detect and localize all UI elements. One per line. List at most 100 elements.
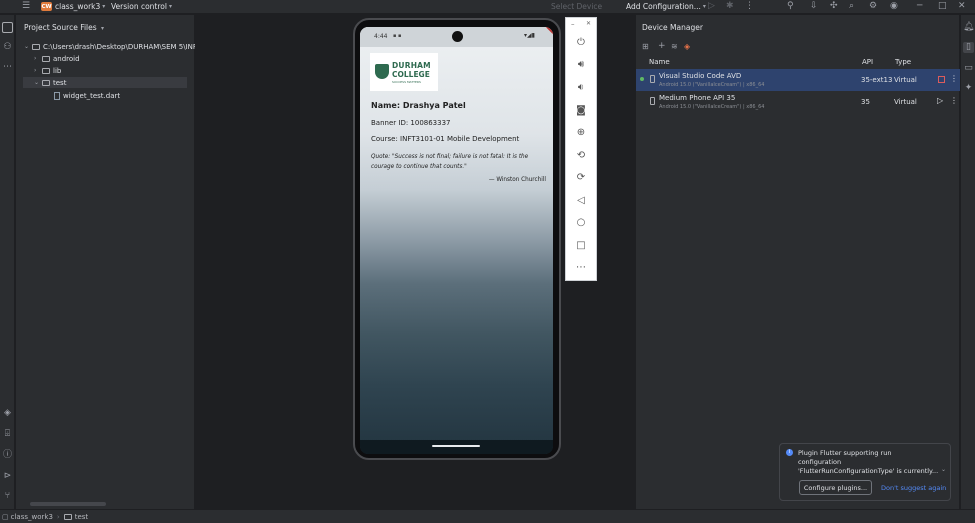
volume-up-icon[interactable]: 🔊︎ xyxy=(574,58,588,72)
sdk-manager-icon[interactable]: ⇩ xyxy=(810,1,818,11)
device-row[interactable]: Visual Studio Code AVD Android 15.0 ("Va… xyxy=(636,69,960,91)
structure-icon[interactable]: ⚇ xyxy=(2,42,13,53)
zoom-icon[interactable]: ⊕ xyxy=(574,126,588,140)
tree-item-test[interactable]: ⌄ test xyxy=(23,77,187,88)
breadcrumb-project[interactable]: class_work3 xyxy=(11,513,53,521)
column-header-type[interactable]: Type xyxy=(895,58,911,66)
more-icon[interactable]: ⋮ xyxy=(745,1,754,11)
plugin-icon[interactable]: ✣ xyxy=(830,1,838,11)
square-icon: ▢ xyxy=(2,512,9,521)
overview-icon[interactable]: □ xyxy=(574,239,588,253)
title-bar: ☰ CW class_work3 ▾ Version control ▾ Sel… xyxy=(0,0,975,14)
version-control-label: Version control xyxy=(111,2,167,11)
tree-item-lib[interactable]: › lib xyxy=(34,65,61,76)
project-panel-title[interactable]: Project Source Files ▾ xyxy=(24,23,104,32)
device-name: Visual Studio Code AVD xyxy=(659,72,742,80)
horizontal-scrollbar[interactable] xyxy=(30,502,106,506)
version-control-menu[interactable]: Version control ▾ xyxy=(111,0,172,14)
emulator-phone-frame: 4:44 ▪ ▪ ▾◢▮ DURHAM COLLEGE SUCCESS MATT… xyxy=(353,18,561,460)
chevron-down-icon[interactable]: ⌄ xyxy=(941,466,946,473)
home-icon[interactable]: ○ xyxy=(574,216,588,230)
folder-icon xyxy=(42,55,50,62)
logo-tagline: SUCCESS MATTERS xyxy=(392,80,421,84)
tree-item-label: widget_test.dart xyxy=(63,91,121,100)
debug-icon[interactable]: ✱ xyxy=(726,1,734,11)
problems-icon[interactable]: ⓘ xyxy=(2,450,13,461)
quote-author: — Winston Churchill xyxy=(488,177,546,183)
power-icon[interactable]: ⏻ xyxy=(574,36,588,50)
back-icon[interactable]: ◁ xyxy=(574,194,588,208)
running-devices-icon[interactable]: ▭ xyxy=(963,63,974,74)
run-config-selector[interactable]: Add Configuration... ▾ xyxy=(626,0,706,14)
device-api: 35 xyxy=(861,98,870,106)
minimize-icon[interactable]: – xyxy=(571,20,575,28)
quote-line-1: Quote: "Success is not final; failure is… xyxy=(371,154,529,160)
phone-nav-bar xyxy=(360,440,553,454)
gear-icon[interactable]: ⚙ xyxy=(869,1,877,11)
device-manager-icon[interactable]: ▯ xyxy=(963,42,974,53)
folder-icon[interactable] xyxy=(2,22,13,33)
project-selector[interactable]: CW class_work3 ▾ xyxy=(41,0,105,14)
phone-screen[interactable]: 4:44 ▪ ▪ ▾◢▮ DURHAM COLLEGE SUCCESS MATT… xyxy=(360,27,553,454)
device-mirror-icon[interactable]: ⚲ xyxy=(787,1,794,11)
configure-plugins-button[interactable]: Configure plugins... xyxy=(799,480,872,495)
device-selector[interactable]: Select Device xyxy=(551,0,602,14)
banner-id: Banner ID: 100863337 xyxy=(371,119,451,127)
maximize-icon[interactable]: □ xyxy=(938,1,947,11)
terminal-icon[interactable]: ⊳ xyxy=(2,471,13,482)
device-manager-title: Device Manager xyxy=(642,23,703,32)
right-tool-stripe: 🔔︎ ▯ ▭ ✦ xyxy=(960,15,975,509)
wifi-pair-icon[interactable]: ≋ xyxy=(671,42,678,51)
column-header-name[interactable]: Name xyxy=(649,58,670,66)
tree-item-android[interactable]: › android xyxy=(34,53,80,64)
run-config-label: Add Configuration... xyxy=(626,2,701,11)
close-icon[interactable]: ✕ xyxy=(958,1,966,11)
dart-file-icon xyxy=(54,91,60,100)
debug-banner xyxy=(537,27,553,38)
git-icon[interactable]: ⑂ xyxy=(2,491,13,502)
rotate-right-icon[interactable]: ⟳ xyxy=(574,171,588,185)
breadcrumb-folder[interactable]: test xyxy=(75,513,88,521)
logcat-icon[interactable]: ⌹ xyxy=(2,429,13,440)
account-icon[interactable]: ◉ xyxy=(890,1,898,11)
device-manager-panel: Device Manager ⊞ + ≋ ◈ Name API Type Vis… xyxy=(635,15,960,509)
tree-item-widget-test[interactable]: widget_test.dart xyxy=(54,90,120,101)
more-tools-icon[interactable]: ⋯ xyxy=(2,62,13,73)
run-icon[interactable]: ▷ xyxy=(708,1,715,11)
search-icon[interactable]: ⌕ xyxy=(849,1,854,11)
firebase-icon[interactable]: ◈ xyxy=(684,42,690,51)
gem-icon[interactable]: ◈ xyxy=(2,408,13,419)
tree-root[interactable]: ⌄ C:\Users\drash\Desktop\DURHAM\SEM 5\IN… xyxy=(24,41,201,52)
device-list-icon[interactable]: ⊞ xyxy=(642,42,649,51)
notification-line-1: Plugin Flutter supporting run xyxy=(798,449,892,457)
device-api: 35-ext13 xyxy=(861,76,893,84)
device-subtitle: Android 15.0 ("VanillaIceCream") | x86_6… xyxy=(659,82,765,88)
more-actions-icon[interactable]: ⋮ xyxy=(950,74,958,83)
device-type: Virtual xyxy=(894,76,917,84)
left-tool-stripe: ⚇ ⋯ ◈ ⌹ ⓘ ⊳ ⑂ xyxy=(0,15,15,509)
minimize-icon[interactable]: ─ xyxy=(917,1,922,11)
chevron-down-icon: ▾ xyxy=(102,3,106,10)
notifications-icon[interactable]: 🔔︎ xyxy=(963,22,974,33)
more-actions-icon[interactable]: ⋮ xyxy=(950,96,958,105)
run-device-icon[interactable]: ▷ xyxy=(937,96,943,105)
logo-text-durham: DURHAM xyxy=(392,61,431,70)
rotate-left-icon[interactable]: ⟲ xyxy=(574,149,588,163)
close-icon[interactable]: ✕ xyxy=(586,20,591,27)
gemini-icon[interactable]: ✦ xyxy=(963,83,974,94)
lake-background xyxy=(360,27,553,454)
home-gesture-pill[interactable] xyxy=(432,445,480,447)
project-name: class_work3 xyxy=(55,2,101,11)
stop-icon[interactable] xyxy=(938,76,945,83)
chevron-down-icon: ⌄ xyxy=(24,43,30,50)
hamburger-menu-icon[interactable]: ☰ xyxy=(22,1,30,11)
device-row[interactable]: Medium Phone API 35 Android 15.0 ("Vanil… xyxy=(636,91,960,113)
dont-suggest-again-link[interactable]: Don't suggest again xyxy=(881,484,946,492)
more-icon[interactable]: ⋯ xyxy=(574,261,588,275)
volume-down-icon[interactable]: 🔉︎ xyxy=(574,81,588,95)
add-device-icon[interactable]: + xyxy=(658,41,666,51)
column-header-api[interactable]: API xyxy=(862,58,873,66)
chevron-down-icon: ▾ xyxy=(101,25,105,32)
camera-icon[interactable]: ◙ xyxy=(574,104,588,118)
shield-icon xyxy=(375,64,389,79)
